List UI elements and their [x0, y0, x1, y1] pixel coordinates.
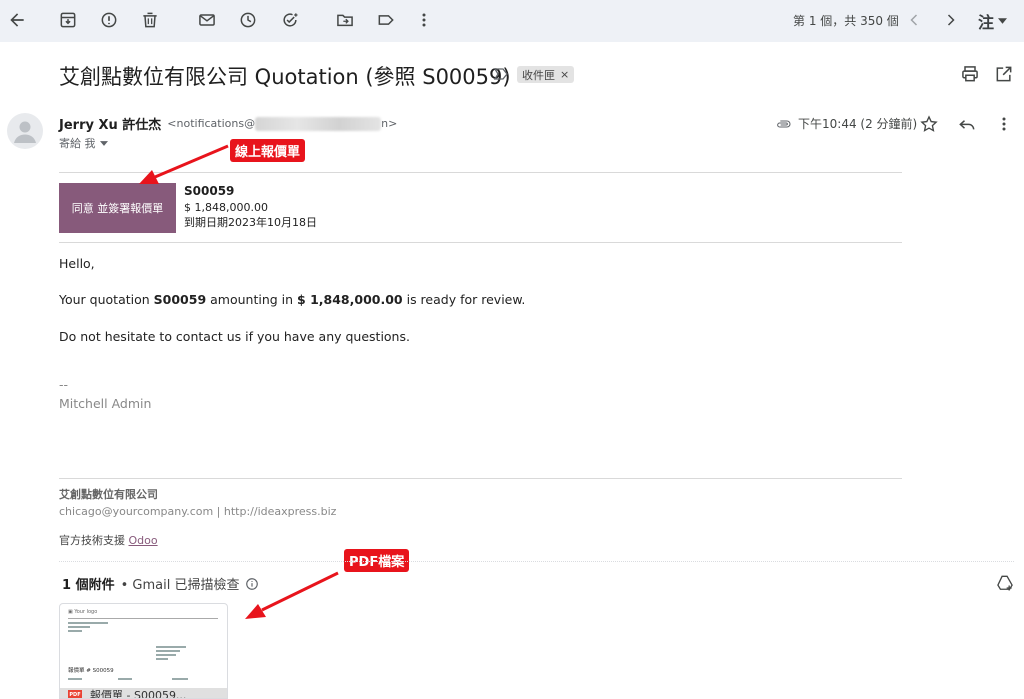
input-tools-button[interactable]: 注 — [978, 9, 1008, 33]
sender-avatar[interactable] — [7, 113, 43, 149]
powered-by-text: 官方技術支援 — [59, 534, 129, 547]
sender-name[interactable]: Jerry Xu 許仕杰 — [59, 114, 161, 133]
caret-down-icon — [99, 140, 108, 146]
report-spam-icon[interactable] — [98, 9, 120, 31]
arrow-to-pdf — [261, 571, 339, 612]
greeting: Hello, — [59, 256, 95, 271]
open-new-window-icon[interactable] — [994, 64, 1014, 84]
mark-unread-icon[interactable] — [196, 9, 218, 31]
divider — [59, 242, 902, 243]
star-icon[interactable] — [919, 114, 939, 134]
snooze-icon[interactable] — [237, 9, 259, 31]
signature-name: Mitchell Admin — [59, 396, 152, 411]
delete-icon[interactable] — [139, 9, 161, 31]
inbox-label-text: 收件匣 — [522, 68, 555, 82]
pager-text: 第 1 個，共 350 個 — [793, 14, 899, 28]
back-arrow-icon[interactable] — [6, 9, 28, 31]
sender-email-suffix: n> — [381, 117, 398, 130]
thumb-text-line — [68, 622, 108, 624]
label-icon[interactable] — [375, 9, 397, 31]
thumb-text-line — [68, 678, 82, 680]
quote-expiry: 到期日期2023年10月18日 — [184, 216, 317, 229]
signature-separator: -- — [59, 377, 69, 392]
attachments-header: 1 個附件 • Gmail 已掃描檢查 — [62, 574, 259, 593]
email-subject: 艾創點數位有限公司 Quotation (參照 S00059) — [59, 65, 511, 89]
archive-icon[interactable] — [57, 9, 79, 31]
redacted-email-domain — [255, 116, 382, 131]
attachment-name: 報價單 - S00059... — [90, 689, 187, 699]
quote-summary: S00059 $ 1,848,000.00 到期日期2023年10月18日 — [184, 184, 317, 231]
footer-company: 艾創點數位有限公司 — [59, 488, 158, 501]
inbox-label-chip: 收件匣 × — [517, 66, 575, 83]
arrowhead — [245, 604, 266, 619]
scan-status: • Gmail 已掃描檢查 — [120, 578, 240, 593]
thumb-text-line — [156, 654, 176, 656]
timestamp: 下午10:44 (2 分鐘前) — [776, 115, 917, 132]
pdf-badge-icon: PDF — [68, 690, 82, 698]
divider — [59, 172, 902, 173]
thumb-text-line — [172, 678, 188, 680]
importance-marker-icon[interactable] — [493, 67, 509, 81]
quote-amount: $ 1,848,000.00 — [184, 200, 268, 214]
thumb-text-line — [68, 630, 82, 632]
add-to-drive-icon[interactable] — [995, 573, 1015, 593]
thumb-text-line — [156, 646, 186, 648]
thumb-text-line — [156, 650, 180, 652]
person-icon — [14, 121, 36, 143]
remove-label-button[interactable]: × — [560, 68, 569, 81]
to-label: 寄給 我 — [59, 137, 96, 150]
quote-id: S00059 — [184, 184, 235, 198]
attachment-count: 1 個附件 — [62, 578, 115, 593]
more-vert-icon[interactable] — [413, 9, 435, 31]
thumb-rule — [68, 618, 218, 619]
msg-mid: amounting in — [206, 292, 298, 307]
thumb-logo: ▣ Your logo — [68, 609, 98, 615]
chevron-left-icon[interactable] — [903, 9, 925, 31]
attachments-divider — [59, 561, 1014, 562]
annotation-online-quote: 線上報價單 — [230, 139, 306, 162]
info-icon[interactable] — [245, 577, 259, 591]
footer-powered-by: 官方技術支援 Odoo — [59, 532, 158, 548]
attachment-name-bar: PDF 報價單 - S00059... — [60, 688, 227, 699]
footer-contact: chicago@yourcompany.com | http://ideaxpr… — [59, 505, 337, 518]
attachment-thumbnail[interactable]: ▣ Your logo 報價單 # S00059 PDF 報價單 - S0005… — [59, 603, 228, 699]
msg-amount: $ 1,848,000.00 — [297, 292, 403, 307]
caret-down-icon — [998, 18, 1008, 24]
msg-post: is ready for review. — [402, 292, 526, 307]
recipients-toggle[interactable]: 寄給 我 — [59, 135, 108, 151]
add-task-icon[interactable] — [279, 9, 301, 31]
accept-and-sign-button[interactable]: 同意 並簽署報價單 — [59, 183, 176, 233]
odoo-link[interactable]: Odoo — [129, 534, 158, 547]
attachment-clip-icon — [777, 119, 791, 128]
quote-message-line: Your quotation S00059 amounting in $ 1,8… — [59, 292, 525, 307]
more-vert-icon[interactable] — [994, 114, 1014, 134]
msg-quote-id: S00059 — [153, 292, 207, 307]
input-tools-label: 注 — [978, 13, 995, 32]
contact-message-line: Do not hesitate to contact us if you hav… — [59, 329, 410, 344]
chevron-right-icon[interactable] — [940, 9, 962, 31]
print-icon[interactable] — [960, 64, 980, 84]
thumb-text-line — [156, 658, 168, 660]
thumb-doc-title: 報價單 # S00059 — [68, 668, 114, 674]
sender-email-prefix: <notifications@ — [167, 117, 256, 130]
thumb-text-line — [118, 678, 132, 680]
divider — [59, 478, 902, 479]
reply-icon[interactable] — [957, 114, 977, 134]
annotation-arrows — [139, 144, 339, 619]
toolbar: 第 1 個，共 350 個 注 — [0, 0, 1024, 42]
timestamp-text: 下午10:44 (2 分鐘前) — [798, 117, 918, 131]
move-to-icon[interactable] — [334, 9, 356, 31]
msg-pre: Your quotation — [59, 292, 154, 307]
thumb-text-line — [68, 626, 90, 628]
sender-line: Jerry Xu 許仕杰 <notifications@ n> — [59, 114, 397, 133]
